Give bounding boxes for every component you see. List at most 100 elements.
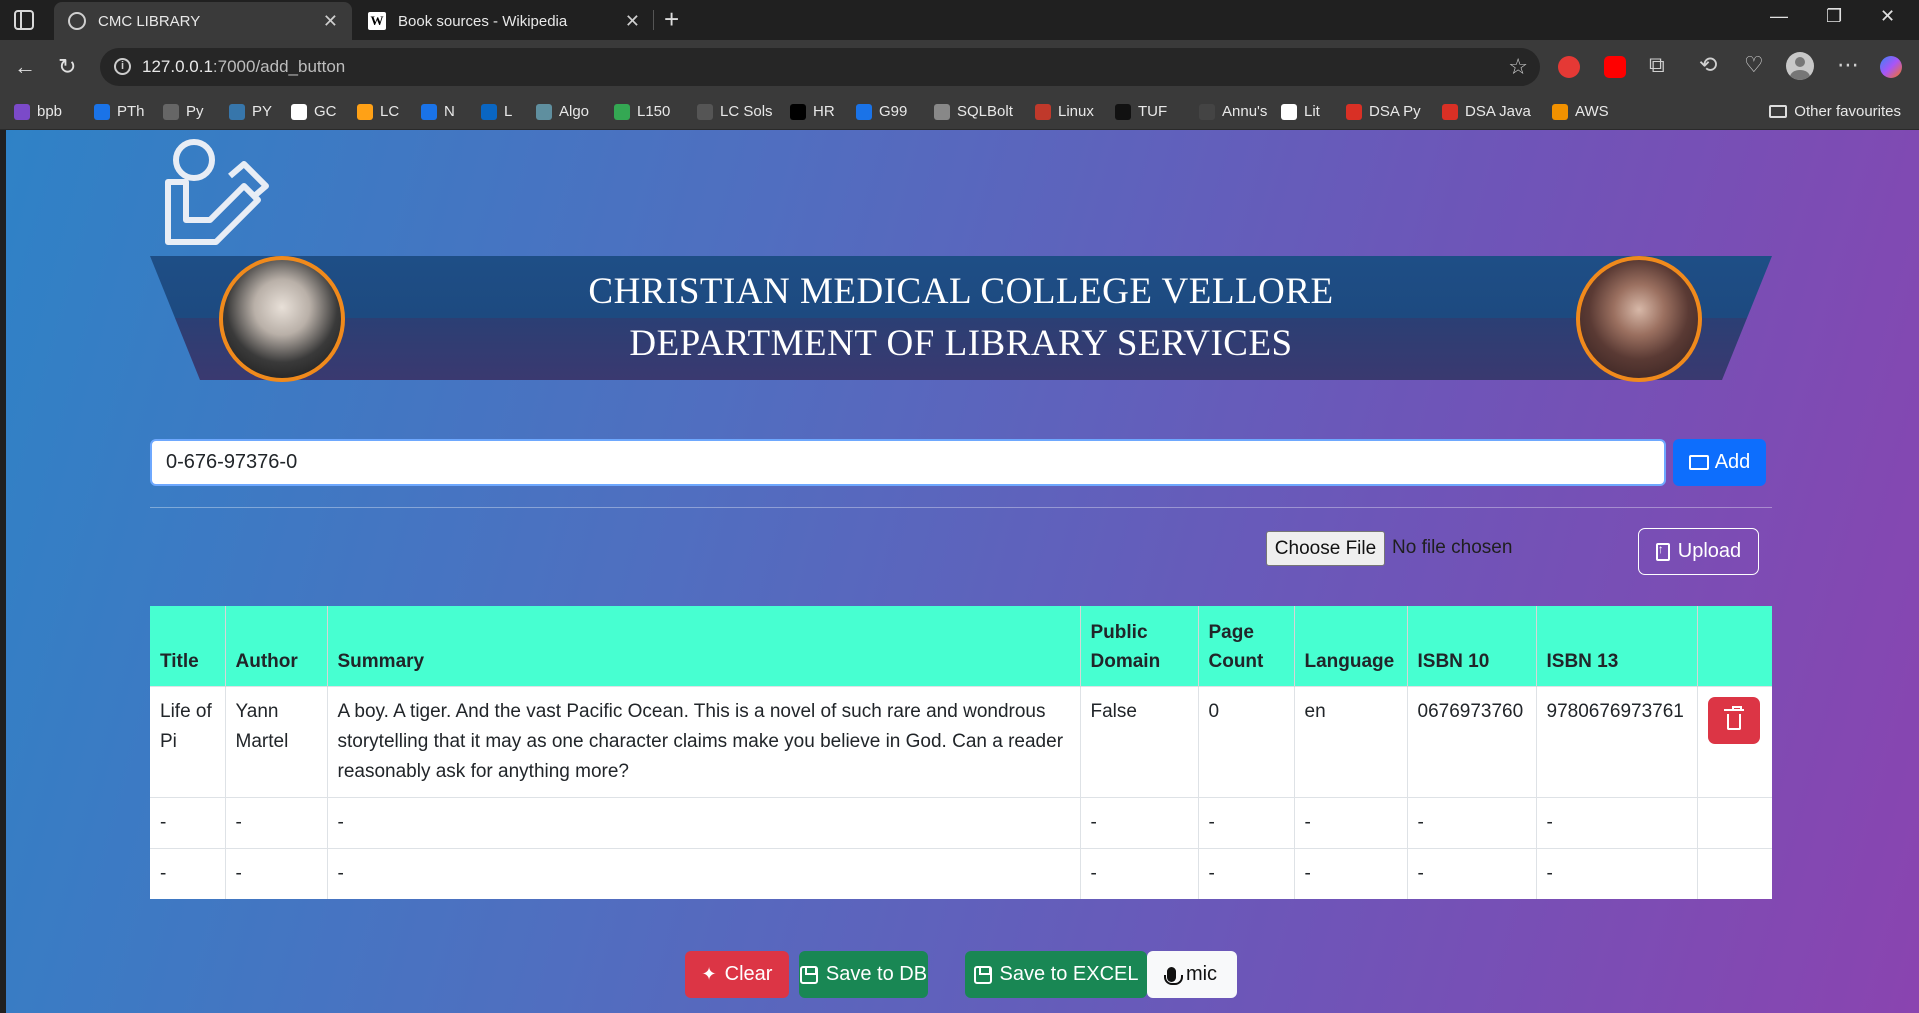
microphone-icon bbox=[1163, 967, 1183, 985]
bookmark-l[interactable]: L bbox=[481, 103, 512, 120]
more-menu-icon[interactable]: ⋯ bbox=[1837, 52, 1859, 78]
bookmark-label: GC bbox=[314, 103, 337, 120]
address-bar[interactable]: i 127.0.0.1:7000/add_button ☆ bbox=[100, 48, 1540, 86]
bookmark-label: TUF bbox=[1138, 103, 1168, 120]
tab-close-icon[interactable]: ✕ bbox=[323, 11, 338, 32]
tab-title: Book sources - Wikipedia bbox=[398, 12, 568, 30]
tab-title: CMC LIBRARY bbox=[98, 12, 201, 30]
column-header-page-count: Page Count bbox=[1198, 606, 1295, 686]
extensions-puzzle-icon[interactable]: ⧉ bbox=[1649, 52, 1665, 78]
globe-icon bbox=[68, 12, 86, 30]
site-info-icon[interactable]: i bbox=[114, 58, 131, 75]
browser-toolbar: ← ↻ i 127.0.0.1:7000/add_button ☆ ⧉ ⟲ ♡ … bbox=[0, 40, 1919, 96]
tuf-icon bbox=[1115, 103, 1131, 120]
bookmark-aws[interactable]: AWS bbox=[1552, 103, 1609, 120]
profile-avatar[interactable] bbox=[1786, 52, 1814, 80]
cell-author: Yann Martel bbox=[225, 685, 328, 797]
table-row: - - - - - - - - bbox=[150, 847, 1772, 899]
bookmark-lc[interactable]: LC bbox=[357, 103, 399, 120]
bookmark-tuf[interactable]: TUF bbox=[1115, 103, 1167, 120]
bookmark-sqlbolt[interactable]: SQLBolt bbox=[934, 103, 1013, 120]
column-header-public-domain: Public Domain bbox=[1080, 606, 1199, 686]
bookmark-pth[interactable]: PTh bbox=[94, 103, 145, 120]
restore-icon[interactable]: ❐ bbox=[1826, 6, 1842, 27]
bookmark-algo[interactable]: Algo bbox=[536, 103, 589, 120]
bookmark-linux[interactable]: Linux bbox=[1035, 103, 1094, 120]
bookmark-bpb[interactable]: bpb bbox=[14, 103, 62, 120]
bookmark-label: PTh bbox=[117, 103, 145, 120]
save-to-db-button[interactable]: Save to DB bbox=[799, 951, 928, 998]
tab-close-icon[interactable]: ✕ bbox=[625, 11, 640, 32]
bookmark-lc-sols[interactable]: LC Sols bbox=[697, 103, 773, 120]
tab-separator bbox=[653, 10, 654, 30]
python-icon bbox=[229, 103, 245, 120]
bookmark-annu-s[interactable]: Annu's bbox=[1199, 103, 1267, 120]
upload-button[interactable]: Upload bbox=[1638, 528, 1759, 575]
history-icon[interactable]: ⟲ bbox=[1699, 52, 1717, 78]
cell-summary: - bbox=[327, 847, 1081, 899]
other-favourites-folder[interactable]: Other favourites bbox=[1769, 103, 1901, 120]
favourite-star-icon[interactable]: ☆ bbox=[1508, 54, 1528, 80]
bookmark-label: L150 bbox=[637, 103, 671, 120]
delete-row-button[interactable] bbox=[1707, 696, 1760, 744]
reload-icon[interactable]: ↻ bbox=[58, 54, 76, 80]
table-row: - - - - - - - - bbox=[150, 796, 1772, 848]
bookmark-py[interactable]: Py bbox=[163, 103, 204, 120]
bookmark-g99[interactable]: G99 bbox=[856, 103, 907, 120]
bookmark-dsa-py[interactable]: DSA Py bbox=[1346, 103, 1421, 120]
save-to-excel-button[interactable]: Save to EXCEL bbox=[965, 951, 1147, 998]
database-icon bbox=[934, 103, 950, 120]
tab-cmc-library[interactable]: CMC LIBRARY ✕ bbox=[54, 2, 352, 40]
cell-summary: A boy. A tiger. And the vast Pacific Oce… bbox=[327, 685, 1081, 797]
bookmark-label: bpb bbox=[37, 103, 63, 120]
books-table: Title Author Summary Public Domain Page … bbox=[150, 606, 1772, 899]
bookmark-n[interactable]: N bbox=[421, 103, 455, 120]
cell-author: - bbox=[225, 847, 328, 899]
cell-language: en bbox=[1294, 685, 1408, 797]
back-arrow-icon[interactable]: ← bbox=[14, 54, 36, 80]
choose-file-button[interactable]: Choose File bbox=[1266, 531, 1385, 566]
g99-icon bbox=[856, 103, 872, 120]
bookmark-hr[interactable]: HR bbox=[790, 103, 835, 120]
isbn-input[interactable] bbox=[150, 439, 1666, 486]
new-tab-icon[interactable]: + bbox=[664, 4, 679, 35]
window-close-icon[interactable]: ✕ bbox=[1880, 6, 1895, 27]
mic-button[interactable]: mic bbox=[1147, 951, 1237, 998]
youtube-icon[interactable] bbox=[1604, 56, 1626, 78]
cell-page-count: 0 bbox=[1198, 685, 1295, 797]
aws-icon bbox=[1552, 103, 1568, 120]
bpb-icon bbox=[14, 103, 30, 120]
gear-icon bbox=[163, 103, 179, 120]
file-upload-icon bbox=[1655, 542, 1670, 561]
other-favourites-label: Other favourites bbox=[1794, 103, 1901, 120]
clear-button[interactable]: ✦ Clear bbox=[685, 951, 789, 998]
column-header-title: Title bbox=[150, 606, 226, 686]
sidebar-toggle-icon[interactable] bbox=[14, 10, 34, 30]
bookmark-label: Py bbox=[186, 103, 204, 120]
cell-language: - bbox=[1294, 847, 1408, 899]
bookmark-l150[interactable]: L150 bbox=[614, 103, 670, 120]
bookmark-label: Linux bbox=[1058, 103, 1094, 120]
copilot-icon[interactable] bbox=[1880, 56, 1902, 78]
url-text[interactable]: 127.0.0.1:7000/add_button bbox=[142, 57, 345, 77]
cell-isbn13: - bbox=[1536, 847, 1698, 899]
extension-red-icon[interactable] bbox=[1558, 56, 1580, 78]
bookmark-lit[interactable]: Lit bbox=[1281, 103, 1320, 120]
pdf-icon bbox=[1346, 103, 1362, 120]
add-button[interactable]: Add bbox=[1673, 439, 1766, 486]
performance-icon[interactable]: ♡ bbox=[1744, 52, 1764, 78]
cell-author: - bbox=[225, 796, 328, 848]
sparkle-icon: ✦ bbox=[701, 964, 717, 984]
bookmark-gc[interactable]: GC bbox=[291, 103, 337, 120]
w-icon bbox=[697, 103, 713, 120]
bookmark-dsa-java[interactable]: DSA Java bbox=[1442, 103, 1531, 120]
save-to-db-label: Save to DB bbox=[825, 963, 928, 985]
column-header-language: Language bbox=[1294, 606, 1408, 686]
minimize-icon[interactable]: — bbox=[1770, 6, 1788, 27]
bookmark-py[interactable]: PY bbox=[229, 103, 272, 120]
file-status-text: No file chosen bbox=[1392, 537, 1513, 558]
tab-wikipedia[interactable]: W Book sources - Wikipedia ✕ bbox=[354, 2, 654, 40]
cell-isbn10: - bbox=[1407, 796, 1537, 848]
divider bbox=[150, 507, 1772, 508]
cell-summary: - bbox=[327, 796, 1081, 848]
